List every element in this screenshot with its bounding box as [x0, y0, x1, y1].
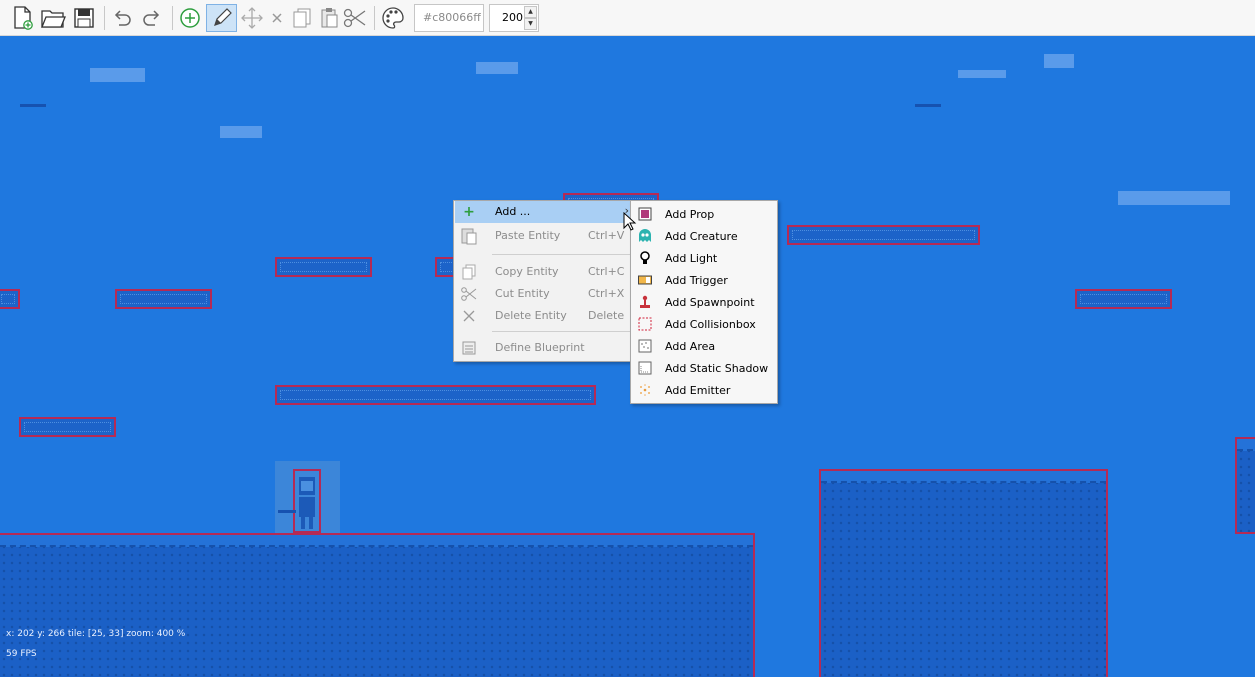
menu-item-delete-entity[interactable]: Delete Entity Delete	[455, 305, 633, 327]
move-icon[interactable]	[238, 4, 266, 32]
emitter-icon	[640, 384, 650, 396]
size-spinner[interactable]: 200 ▲ ▼	[489, 4, 539, 32]
undo-icon[interactable]	[108, 4, 136, 32]
submenu-item-add-creature[interactable]: Add Creature	[632, 225, 776, 247]
platform[interactable]	[1075, 289, 1172, 309]
color-hex-field[interactable]: #c80066ff	[414, 4, 484, 32]
area-icon	[638, 339, 652, 353]
cloud	[90, 68, 145, 82]
platform[interactable]	[787, 225, 980, 245]
spin-down-button[interactable]: ▼	[524, 18, 537, 30]
new-file-icon[interactable]	[9, 4, 37, 32]
spin-up-button[interactable]: ▲	[524, 6, 537, 18]
cloud	[1118, 191, 1230, 205]
character-weapon	[278, 510, 296, 513]
blueprint-icon	[461, 340, 477, 356]
cursor-position-readout: x: 202 y: 266 tile: [25, 33] zoom: 400 %	[6, 629, 186, 639]
cloud	[1044, 54, 1074, 68]
save-icon[interactable]	[70, 4, 98, 32]
paste-icon	[461, 228, 477, 245]
paste-icon[interactable]	[315, 4, 343, 32]
prop-icon	[638, 207, 652, 221]
platform[interactable]	[115, 289, 212, 309]
ground-block[interactable]	[0, 533, 755, 677]
copy-icon[interactable]	[288, 4, 316, 32]
menu-item-add[interactable]: + Add ... ›	[455, 201, 633, 223]
creature-icon	[639, 229, 651, 242]
spawnpoint-icon	[640, 295, 650, 308]
cloud	[476, 62, 518, 74]
submenu-item-add-trigger[interactable]: Add Trigger	[632, 269, 776, 291]
cloud	[958, 70, 1006, 78]
plus-icon: +	[463, 204, 475, 220]
submenu-item-add-collisionbox[interactable]: Add Collisionbox	[632, 313, 776, 335]
cloud	[220, 126, 262, 138]
redo-icon[interactable]	[138, 4, 166, 32]
collisionbox-icon	[638, 317, 652, 331]
trigger-icon	[638, 275, 652, 285]
submenu-item-add-static-shadow[interactable]: Add Static Shadow	[632, 357, 776, 379]
ground-block[interactable]	[819, 469, 1108, 677]
platform[interactable]	[275, 385, 596, 405]
add-submenu: Add Prop Add Creature Add Light Add Trig…	[630, 200, 778, 404]
character-collisionbox[interactable]	[293, 469, 321, 533]
platform[interactable]	[0, 289, 20, 309]
cut-icon[interactable]	[341, 4, 369, 32]
submenu-item-add-spawnpoint[interactable]: Add Spawnpoint	[632, 291, 776, 313]
platform[interactable]	[19, 417, 116, 437]
character-sprite	[299, 477, 315, 529]
cut-icon	[461, 286, 477, 302]
menu-item-cut-entity[interactable]: Cut Entity Ctrl+X	[455, 283, 633, 305]
copy-icon	[461, 264, 477, 280]
open-folder-icon[interactable]	[39, 4, 67, 32]
platform[interactable]	[275, 257, 372, 277]
context-menu: + Add ... › Paste Entity Ctrl+V Copy Ent…	[453, 200, 635, 362]
light-bulb-icon	[640, 251, 650, 264]
bird	[20, 104, 46, 107]
static-shadow-icon	[638, 361, 652, 375]
delete-icon[interactable]	[263, 4, 291, 32]
submenu-item-add-emitter[interactable]: Add Emitter	[632, 379, 776, 401]
menu-item-copy-entity[interactable]: Copy Entity Ctrl+C	[455, 261, 633, 283]
fps-counter: 59 FPS	[6, 649, 37, 659]
submenu-item-add-prop[interactable]: Add Prop	[632, 203, 776, 225]
add-entity-icon[interactable]	[176, 4, 204, 32]
submenu-item-add-light[interactable]: Add Light	[632, 247, 776, 269]
ground-block[interactable]	[1235, 437, 1255, 534]
size-value: 200	[502, 11, 523, 24]
toolbar: #c80066ff 200 ▲ ▼	[0, 0, 1255, 36]
delete-icon	[461, 308, 477, 324]
edit-pencil-icon[interactable]	[206, 4, 237, 32]
palette-icon[interactable]	[379, 4, 407, 32]
submenu-item-add-area[interactable]: Add Area	[632, 335, 776, 357]
mouse-cursor-icon	[623, 211, 637, 235]
bird	[915, 104, 941, 107]
menu-item-define-blueprint[interactable]: Define Blueprint	[455, 337, 633, 359]
menu-item-paste-entity[interactable]: Paste Entity Ctrl+V	[455, 225, 633, 247]
